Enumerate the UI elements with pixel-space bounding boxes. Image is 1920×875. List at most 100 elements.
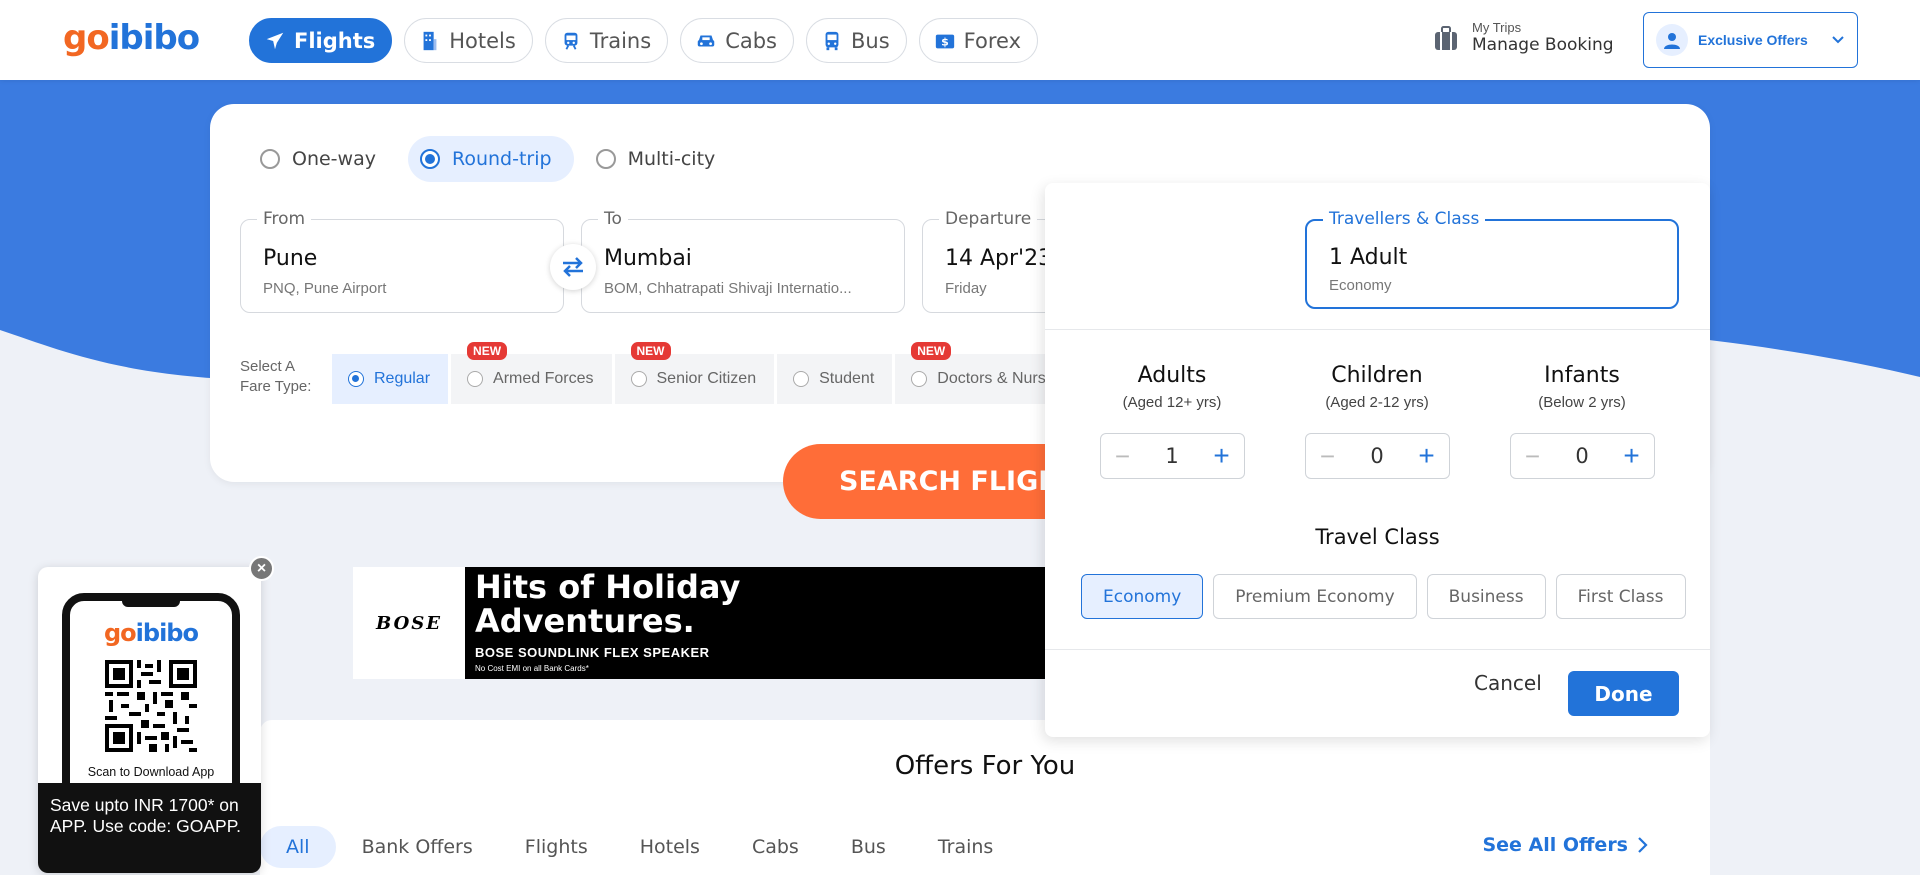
departure-date: 14 Apr'23 xyxy=(945,246,1053,271)
class-first-class[interactable]: First Class xyxy=(1555,574,1686,619)
new-badge: NEW xyxy=(467,342,508,360)
trip-one-way[interactable]: One-way xyxy=(248,136,398,182)
currency-icon: $ xyxy=(935,34,954,48)
fare-student[interactable]: Student xyxy=(777,354,893,404)
radio-checked-icon xyxy=(419,149,440,169)
class-economy[interactable]: Economy xyxy=(1081,574,1204,619)
adults-stepper: − 1 + xyxy=(1099,433,1245,479)
chevron-right-icon xyxy=(1638,837,1648,853)
minus-icon[interactable]: − xyxy=(1316,441,1340,472)
adults-count: 1 xyxy=(1165,444,1179,468)
nav-trains[interactable]: Trains xyxy=(544,18,669,63)
divider xyxy=(1045,649,1710,650)
radio-icon xyxy=(630,371,647,387)
divider xyxy=(1045,329,1710,330)
nav-hotels[interactable]: Hotels xyxy=(404,18,533,63)
fare-armed-forces[interactable]: NEW Armed Forces xyxy=(451,342,612,404)
nav-forex[interactable]: $ Forex xyxy=(918,18,1039,63)
swap-arrows-icon xyxy=(563,257,583,277)
ad-product: BOSE SOUNDLINK FLEX SPEAKER xyxy=(475,645,710,660)
offer-tab-bank-offers[interactable]: Bank Offers xyxy=(336,826,499,868)
swap-button[interactable] xyxy=(550,244,596,290)
qr-code-icon xyxy=(105,660,197,752)
travellers-class-field[interactable]: Travellers & Class 1 Adult Economy xyxy=(1305,209,1679,309)
new-badge: NEW xyxy=(911,342,952,360)
trip-multi-city[interactable]: Multi-city xyxy=(584,136,738,182)
cancel-button[interactable]: Cancel xyxy=(1474,671,1542,695)
children-count: 0 xyxy=(1370,444,1384,468)
bose-logo: BOSE xyxy=(353,567,465,679)
offer-tab-flights[interactable]: Flights xyxy=(499,826,614,868)
exclusive-offers-button[interactable]: Exclusive Offers xyxy=(1643,12,1858,68)
app-promo-text: Save upto INR 1700* on APP. Use code: GO… xyxy=(38,783,261,873)
top-header: goibibo Flights Hotels Trains Cabs Bus $… xyxy=(0,0,1920,80)
bose-ad-banner[interactable]: BOSE Hits of Holiday Adventures. BOSE SO… xyxy=(353,567,1053,679)
to-airport: BOM, Chhatrapati Shivaji Internatio... xyxy=(604,280,852,297)
travel-class-title: Travel Class xyxy=(1315,525,1440,549)
class-premium-economy[interactable]: Premium Economy xyxy=(1213,574,1417,619)
offer-tab-hotels[interactable]: Hotels xyxy=(614,826,726,868)
plus-icon[interactable]: + xyxy=(1210,440,1234,472)
manage-booking-link[interactable]: My Trips Manage Booking xyxy=(1432,20,1614,55)
travel-class-options: Economy Premium Economy Business First C… xyxy=(1081,574,1686,619)
car-icon xyxy=(697,35,715,46)
svg-text:$: $ xyxy=(941,35,949,48)
briefcase-icon xyxy=(1435,25,1457,50)
done-button[interactable]: Done xyxy=(1568,671,1679,716)
infants-count: 0 xyxy=(1575,444,1589,468)
app-download-popup: goibibo Scan to Download App Save upto I… xyxy=(38,567,261,873)
user-avatar-icon xyxy=(1656,24,1688,56)
goibibo-logo[interactable]: goibibo xyxy=(63,18,200,58)
scan-to-download-text: Scan to Download App xyxy=(87,765,215,779)
travellers-summary: 1 Adult xyxy=(1329,245,1408,270)
radio-icon xyxy=(467,371,484,387)
fare-type-label: Select A Fare Type: xyxy=(240,358,312,395)
class-business[interactable]: Business xyxy=(1426,574,1546,619)
goibibo-logo: goibibo xyxy=(104,619,199,647)
offers-title: Offers For You xyxy=(894,751,1076,781)
to-field[interactable]: To Mumbai BOM, Chhatrapati Shivaji Inter… xyxy=(581,209,905,313)
radio-icon xyxy=(595,149,616,169)
ad-emi-note: No Cost EMI on all Bank Cards* xyxy=(475,664,589,673)
to-city: Mumbai xyxy=(604,246,692,271)
bus-icon xyxy=(825,31,839,50)
travellers-class-summary: Economy xyxy=(1329,277,1392,294)
plane-icon xyxy=(266,32,284,49)
trip-round-trip[interactable]: Round-trip xyxy=(407,136,574,182)
nav-flights[interactable]: Flights xyxy=(249,18,393,63)
fare-type-options: Regular NEW Armed Forces NEW Senior Citize… xyxy=(332,342,1081,404)
from-field[interactable]: From Pune PNQ, Pune Airport xyxy=(240,209,564,313)
from-city: Pune xyxy=(263,246,318,271)
main-nav: Flights Hotels Trains Cabs Bus $ Forex xyxy=(249,18,1039,63)
offer-tab-all[interactable]: All xyxy=(260,826,336,868)
minus-icon[interactable]: − xyxy=(1521,441,1545,472)
infants-counter: Infants (Below 2 yrs) − 0 + xyxy=(1482,363,1682,479)
fare-regular[interactable]: Regular xyxy=(332,354,449,404)
from-airport: PNQ, Pune Airport xyxy=(263,280,387,297)
nav-cabs[interactable]: Cabs xyxy=(680,18,794,63)
children-stepper: − 0 + xyxy=(1304,433,1450,479)
departure-day: Friday xyxy=(945,280,987,297)
see-all-offers-link[interactable]: See All Offers xyxy=(1482,834,1648,856)
chevron-down-icon xyxy=(1832,36,1844,44)
plus-icon[interactable]: + xyxy=(1620,440,1644,472)
offer-tab-cabs[interactable]: Cabs xyxy=(726,826,825,868)
infants-stepper: − 0 + xyxy=(1509,433,1655,479)
radio-icon xyxy=(793,371,810,387)
offer-tab-bus[interactable]: Bus xyxy=(825,826,912,868)
fare-senior-citizen[interactable]: NEW Senior Citizen xyxy=(614,342,775,404)
my-trips-label: My Trips xyxy=(1472,20,1522,35)
nav-bus[interactable]: Bus xyxy=(806,18,907,63)
offer-tab-trains[interactable]: Trains xyxy=(912,826,1020,868)
minus-icon[interactable]: − xyxy=(1111,441,1135,472)
trip-type-selector: One-way Round-trip Multi-city xyxy=(248,136,737,182)
close-icon[interactable]: × xyxy=(249,556,274,581)
children-counter: Children (Aged 2-12 yrs) − 0 + xyxy=(1277,363,1477,479)
adults-counter: Adults (Aged 12+ yrs) − 1 + xyxy=(1072,363,1272,479)
hotel-icon xyxy=(423,31,437,50)
plus-icon[interactable]: + xyxy=(1415,440,1439,472)
radio-icon xyxy=(911,371,928,387)
offers-section: Offers For You All Bank Offers Flights H… xyxy=(260,720,1710,875)
new-badge: NEW xyxy=(630,342,671,360)
manage-booking-label: Manage Booking xyxy=(1472,35,1614,55)
